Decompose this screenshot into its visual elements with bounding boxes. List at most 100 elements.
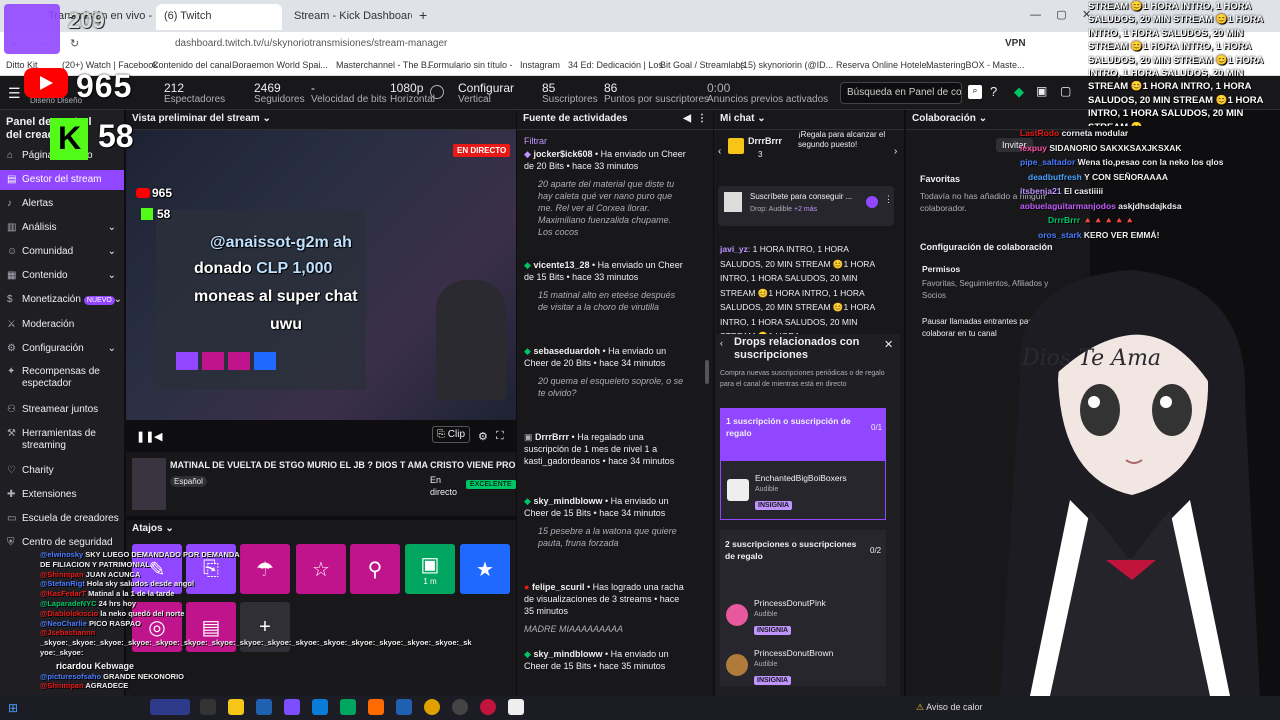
action-highlight[interactable]: ☆ — [296, 544, 346, 594]
windows-start-icon[interactable]: ⊞ — [8, 701, 18, 715]
bits-icon[interactable]: ◆ — [1014, 84, 1024, 100]
sidebar-item-rewards[interactable]: ✦ Recompensas de espectador — [0, 366, 100, 390]
sidebar-item-creator-school[interactable]: ▭ Escuela de creadores — [0, 513, 124, 525]
sidebar-item-analytics[interactable]: ▥ Análisis ⌄ — [0, 222, 124, 234]
stream-title[interactable]: MATINAL DE VUELTA DE STGO MURIO EL JB ? … — [170, 460, 516, 470]
url-input[interactable]: dashboard.twitch.tv/u/skynoriotransmisio… — [175, 38, 447, 49]
language-tag[interactable]: Español — [170, 476, 207, 487]
sidebar-item-stream-manager[interactable]: ▤ Gestor del stream — [0, 170, 124, 190]
bookmark[interactable]: Masterchannel - The B... — [336, 60, 434, 70]
chevron-right-icon[interactable]: › — [894, 146, 897, 157]
action-add-mod[interactable]: ⚲ — [350, 544, 400, 594]
obs-icon[interactable] — [452, 699, 468, 715]
bookmark[interactable]: Bit Goal / Streamlabs — [660, 60, 745, 70]
taskbar-app[interactable] — [150, 699, 190, 715]
taskbar-app[interactable] — [284, 699, 300, 715]
filter-button[interactable]: Filtrar — [524, 136, 547, 146]
donut-pink-icon — [726, 604, 748, 626]
chevron-left-icon[interactable]: ‹ — [718, 146, 721, 157]
search-icon[interactable]: ⌕ — [968, 85, 982, 99]
heat-warning[interactable]: ⚠ Aviso de calor — [916, 702, 982, 713]
bookmark[interactable]: MasteringBOX - Maste... — [926, 60, 1025, 70]
dashboard-search-input[interactable]: Búsqueda en Panel de contro — [840, 82, 962, 104]
clip-button[interactable]: ⎘ Clip — [432, 426, 471, 443]
activity-item[interactable]: ◆ sebaseduardoh • Ha enviado un Cheer de… — [524, 345, 686, 399]
sidebar-item-monetization[interactable]: $ Monetización NUEVO ⌄ — [0, 294, 124, 307]
bookmark[interactable]: Reserva Online Hotele... — [836, 60, 934, 70]
bookmark[interactable]: Doraemon World Spai... — [232, 60, 328, 70]
scrollbar[interactable] — [705, 360, 709, 384]
chrome-icon[interactable] — [424, 699, 440, 715]
vpn-badge[interactable]: VPN — [1005, 38, 1026, 49]
more-icon[interactable]: ⋮ — [697, 113, 707, 124]
sidebar-item-extensions[interactable]: ✚ Extensiones — [0, 489, 124, 501]
action-ad[interactable]: ▣ 1 m — [405, 544, 455, 594]
sidebar-item-safety[interactable]: ⛨ Centro de seguridad — [0, 537, 124, 549]
activity-item[interactable]: ● felipe_scuril • Has logrado una racha … — [524, 581, 686, 635]
gear-icon[interactable]: ⚙ — [478, 430, 488, 443]
bookmark[interactable]: Instagram — [520, 60, 560, 70]
bits-icon: ◆ — [524, 496, 531, 506]
bookmark[interactable]: Formulario sin título - — [428, 60, 513, 70]
more-icon[interactable]: ⋮ — [884, 194, 893, 205]
live-badge: EN DIRECTO — [453, 144, 511, 157]
info-icon[interactable] — [430, 85, 444, 99]
action-raid[interactable]: ☂ — [240, 544, 290, 594]
activity-item[interactable]: ◆ sky_mindbloww • Ha enviado un Cheer de… — [524, 495, 686, 549]
chat-toggle-icon[interactable]: ▢ — [1060, 84, 1071, 98]
folder-icon[interactable] — [228, 699, 244, 715]
new-tab-button[interactable]: + — [416, 4, 436, 30]
close-icon[interactable]: ✕ — [884, 338, 893, 351]
chevron-down-icon[interactable]: ⌄ — [165, 523, 173, 534]
help-icon[interactable]: ? — [990, 84, 997, 99]
taskbar-app[interactable] — [396, 699, 412, 715]
stream-preview[interactable]: EN DIRECTO @anaissot-g2m ah donado CLP 1… — [126, 130, 516, 448]
drop-tier-1[interactable]: 1 suscripción o suscripción de regalo 0/… — [720, 408, 886, 520]
edge-icon[interactable] — [312, 699, 328, 715]
overlay-chat-line: @StefanRigt Hola sky saludos desde angol — [40, 579, 195, 589]
menu-icon[interactable]: ☰ — [8, 85, 21, 102]
sidebar-item-content[interactable]: ▦ Contenido ⌄ — [0, 270, 124, 282]
stream-info[interactable]: MATINAL DE VUELTA DE STGO MURIO EL JB ? … — [126, 452, 516, 516]
taskbar-app[interactable] — [340, 699, 356, 715]
firefox-icon[interactable] — [368, 699, 384, 715]
sidebar-item-community[interactable]: ☺ Comunidad ⌄ — [0, 246, 124, 258]
chevron-down-icon[interactable]: ⌄ — [979, 113, 987, 124]
mini-youtube-logo — [136, 188, 150, 198]
fullscreen-icon[interactable]: ⛶ — [496, 430, 504, 443]
chevron-down-icon[interactable]: ⌄ — [262, 113, 270, 124]
chevron-down-icon[interactable]: ⌄ — [757, 113, 765, 124]
bookmark[interactable]: 34 Ed: Dedicación | Los — [568, 60, 663, 70]
activity-item[interactable]: ◆ vicente13_28 • Ha enviado un Cheer de … — [524, 259, 686, 313]
drop-item-name: PrincessDonutBrown — [754, 648, 834, 658]
tab-kick[interactable]: Stream - Kick Dashboard — [286, 4, 412, 30]
bookmark[interactable]: (15) skynoriorin (@ID... — [740, 60, 833, 70]
pause-icon[interactable]: ❚❚ — [136, 430, 154, 443]
sidebar-item-tools[interactable]: ⚒ Herramientas de streaming — [0, 428, 100, 452]
sidebar-item-alerts[interactable]: ♪ Alertas — [0, 198, 124, 210]
activity-item[interactable]: ▣ DrrrBrrr • Ha regalado una suscripción… — [524, 431, 686, 467]
sidebar-item-settings[interactable]: ⚙ Configuración ⌄ — [0, 343, 124, 355]
volume-icon[interactable]: ◀ — [154, 430, 162, 443]
sidebar-item-stream-together[interactable]: ⚇ Streamear juntos — [0, 404, 124, 416]
activity-item[interactable]: ◆ sky_mindbloww • Ha enviado un Cheer de… — [524, 648, 686, 672]
tab-twitch[interactable]: (6) Twitch — [156, 4, 282, 30]
task-view-icon[interactable] — [200, 699, 216, 715]
vertical-config-button[interactable]: Configurar — [458, 81, 514, 95]
opera-icon[interactable] — [480, 699, 496, 715]
drop-tier-2[interactable]: 2 suscripciones o suscripciones de regal… — [720, 530, 886, 686]
taskbar-app[interactable] — [256, 699, 272, 715]
sidebar-item-moderation[interactable]: ⚔ Moderación — [0, 319, 124, 331]
window-controls[interactable]: — ▢ ✕ — [1030, 8, 1091, 21]
gifter-name[interactable]: DrrrBrrr — [748, 136, 782, 146]
reload-icon[interactable]: ↻ — [70, 37, 79, 50]
sidebar-item-charity[interactable]: ♡ Charity — [0, 465, 124, 477]
bookmark[interactable]: Contenido del canal - — [152, 60, 237, 70]
inbox-icon[interactable]: ▣ — [1036, 84, 1047, 98]
taskbar-app[interactable] — [508, 699, 524, 715]
volume-icon[interactable]: ◀ — [683, 113, 691, 124]
activity-item[interactable]: ◆ jocker$ick608 • Ha enviado un Cheer de… — [524, 148, 686, 238]
chevron-left-icon[interactable]: ‹ — [720, 338, 723, 348]
drop-promo[interactable]: Suscríbete para conseguir ... Drop: Audi… — [718, 186, 894, 226]
action-favorite[interactable]: ★ — [460, 544, 510, 594]
